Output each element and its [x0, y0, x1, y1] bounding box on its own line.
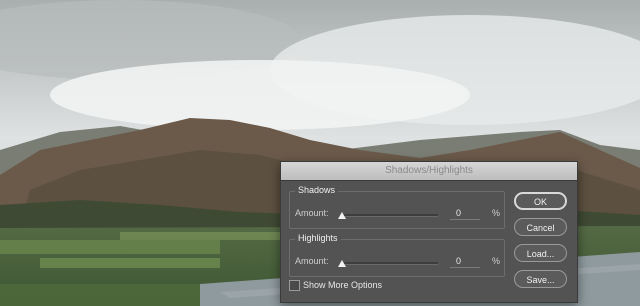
dialog-title: Shadows/Highlights — [385, 165, 473, 176]
shadows-amount-slider-thumb[interactable] — [338, 212, 346, 219]
highlights-amount-label: Amount: — [295, 256, 329, 266]
highlights-group: Highlights Amount: 0 % — [289, 233, 505, 277]
highlights-group-label: Highlights — [295, 233, 341, 243]
shadows-amount-input[interactable]: 0 — [450, 206, 480, 220]
shadows-amount-slider-track[interactable] — [342, 214, 438, 217]
cancel-button[interactable]: Cancel — [514, 218, 567, 236]
highlights-amount-slider-track[interactable] — [342, 262, 438, 265]
highlights-amount-input[interactable]: 0 — [450, 254, 480, 268]
shadows-group-label: Shadows — [295, 185, 339, 195]
save-button[interactable]: Save... — [514, 270, 567, 288]
highlights-percent-unit: % — [492, 256, 501, 266]
load-button[interactable]: Load... — [514, 244, 567, 262]
show-more-options-checkbox[interactable] — [289, 280, 300, 291]
shadows-percent-unit: % — [492, 208, 501, 218]
shadows-amount-label: Amount: — [295, 208, 329, 218]
ok-button[interactable]: OK — [514, 192, 567, 210]
highlights-amount-slider-thumb[interactable] — [338, 260, 346, 267]
show-more-options-label[interactable]: Show More Options — [303, 280, 382, 290]
shadows-group: Shadows Amount: 0 % — [289, 185, 505, 229]
dialog-title-bar[interactable]: Shadows/Highlights — [281, 162, 577, 181]
shadows-highlights-dialog: Shadows/Highlights Shadows Amount: 0 % H… — [280, 161, 578, 303]
